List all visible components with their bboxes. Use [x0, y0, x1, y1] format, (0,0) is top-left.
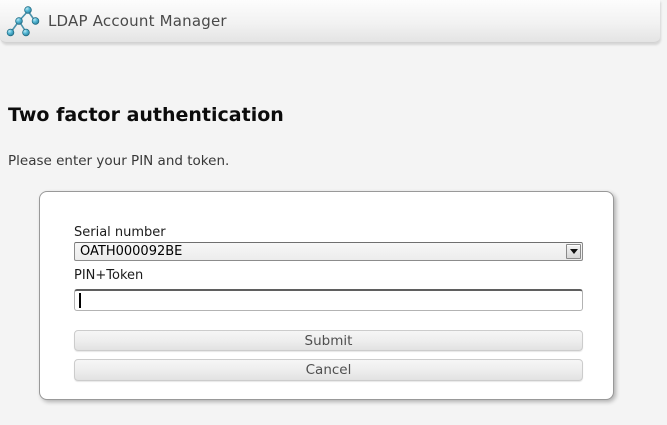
pin-token-input-wrap — [74, 289, 583, 311]
submit-button[interactable]: Submit — [74, 330, 583, 351]
pin-token-label: PIN+Token — [74, 268, 583, 283]
instruction-text: Please enter your PIN and token. — [8, 153, 659, 169]
serial-number-label: Serial number — [74, 225, 583, 240]
serial-number-select[interactable]: OATH000092BE — [74, 242, 583, 261]
two-factor-panel: Serial number OATH000092BE PIN+Token Sub… — [39, 191, 614, 400]
lam-tree-logo-icon — [5, 3, 41, 39]
cancel-button[interactable]: Cancel — [74, 359, 583, 381]
app-header: LDAP Account Manager — [0, 0, 660, 43]
text-caret — [79, 293, 81, 308]
serial-number-selected-value: OATH000092BE — [80, 243, 182, 260]
chevron-down-icon[interactable] — [566, 244, 581, 259]
main-content: Two factor authentication Please enter y… — [0, 104, 667, 400]
page-title: Two factor authentication — [8, 104, 659, 126]
app-title: LDAP Account Manager — [48, 12, 227, 30]
pin-token-input[interactable] — [74, 289, 583, 311]
